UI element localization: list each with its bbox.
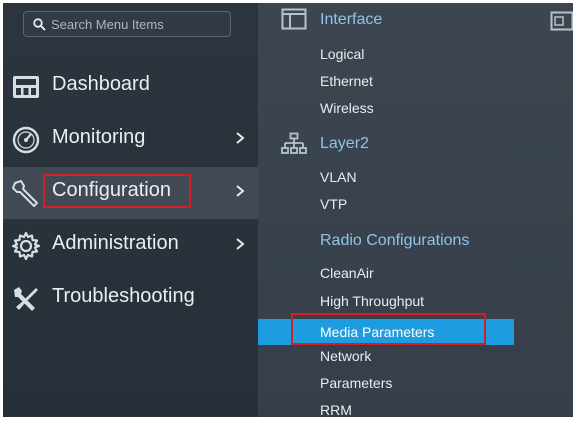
wrench-icon <box>12 180 38 207</box>
section-title-radio-configurations: Radio Configurations <box>320 232 470 249</box>
search-box[interactable] <box>23 11 231 37</box>
app-frame: Dashboard Monitoring Configuration <box>3 3 573 417</box>
chevron-right-icon <box>236 238 245 250</box>
submenu-item-vtp[interactable]: VTP <box>320 196 347 212</box>
nav-item-monitoring[interactable]: Monitoring <box>3 114 258 166</box>
gear-icon <box>11 231 41 261</box>
tools-icon <box>14 287 38 311</box>
nav-item-dashboard[interactable]: Dashboard <box>3 61 258 113</box>
nav-label-monitoring: Monitoring <box>52 126 146 148</box>
submenu-item-high-throughput[interactable]: High Throughput <box>320 293 424 309</box>
chevron-right-icon <box>236 132 245 144</box>
submenu-item-parameters[interactable]: Parameters <box>320 375 392 391</box>
submenu-item-network[interactable]: Network <box>320 348 371 364</box>
media-parameters-highlight-box <box>291 313 486 345</box>
section-title-layer2: Layer2 <box>320 135 369 152</box>
submenu-item-cleanair[interactable]: CleanAir <box>320 265 374 281</box>
chevron-right-icon <box>236 185 245 197</box>
dashboard-icon <box>13 76 39 98</box>
submenu-item-logical[interactable]: Logical <box>320 46 364 62</box>
nav-label-administration: Administration <box>52 232 179 254</box>
search-icon <box>33 18 46 31</box>
submenu-item-rrm[interactable]: RRM <box>320 402 352 417</box>
nav-label-troubleshooting: Troubleshooting <box>52 285 195 307</box>
configuration-submenu: Interface Logical Ethernet Wireless Laye… <box>258 3 573 417</box>
nav-label-dashboard: Dashboard <box>52 73 150 95</box>
submenu-item-wireless[interactable]: Wireless <box>320 100 374 116</box>
search-input[interactable] <box>51 15 226 33</box>
section-title-interface: Interface <box>320 11 383 28</box>
configuration-highlight-box <box>43 174 191 208</box>
gauge-icon <box>12 126 40 154</box>
submenu-item-vlan[interactable]: VLAN <box>320 169 357 185</box>
network-tree-icon <box>281 132 307 154</box>
panel-icon <box>550 11 573 31</box>
window-icon <box>281 8 307 30</box>
nav-item-troubleshooting[interactable]: Troubleshooting <box>3 273 258 325</box>
nav-item-administration[interactable]: Administration <box>3 220 258 272</box>
submenu-item-ethernet[interactable]: Ethernet <box>320 73 373 89</box>
main-sidebar: Dashboard Monitoring Configuration <box>3 3 258 417</box>
